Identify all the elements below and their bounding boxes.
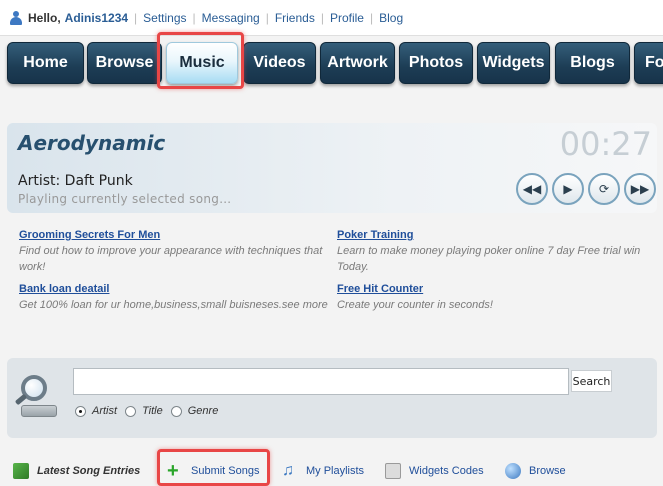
divider: | bbox=[265, 10, 269, 25]
ad-description: Find out how to improve your appearance … bbox=[19, 245, 323, 273]
rewind-icon: ◀◀ bbox=[522, 182, 542, 196]
globe-icon bbox=[505, 463, 521, 479]
player-status: Playling currently selected song… bbox=[18, 192, 232, 206]
ad-block: Bank loan deatail Get 100% loan for ur h… bbox=[19, 283, 329, 313]
ad-block: Poker Training Learn to make money playi… bbox=[337, 229, 647, 275]
music-note-icon: ♫ bbox=[282, 462, 294, 479]
divider: | bbox=[192, 10, 196, 25]
submit-songs-label: Submit Songs bbox=[191, 465, 260, 477]
tab-browse[interactable]: Browse bbox=[87, 42, 162, 84]
radio-label-title: Title bbox=[142, 405, 163, 417]
ad-block: Free Hit Counter Create your counter in … bbox=[337, 283, 647, 313]
widgets-codes-label: Widgets Codes bbox=[409, 465, 484, 477]
tab-widgets[interactable]: Widgets bbox=[477, 42, 550, 84]
repeat-button[interactable]: ⟳ bbox=[588, 173, 620, 205]
friends-link[interactable]: Friends bbox=[275, 11, 315, 25]
my-playlists-label: My Playlists bbox=[306, 465, 365, 477]
ad-title-link[interactable]: Grooming Secrets For Men bbox=[19, 229, 329, 241]
divider: | bbox=[369, 10, 374, 25]
download-icon bbox=[13, 463, 29, 479]
settings-link[interactable]: Settings bbox=[143, 11, 186, 25]
document-icon bbox=[385, 463, 401, 479]
search-icon bbox=[14, 375, 59, 419]
repeat-icon: ⟳ bbox=[598, 182, 610, 196]
artist-name: Daft Punk bbox=[64, 173, 133, 189]
submit-songs-button[interactable]: + Submit Songs bbox=[167, 460, 260, 482]
music-player: Aerodynamic 00:27 Artist: Daft Punk Play… bbox=[7, 123, 657, 213]
widgets-codes-link[interactable]: Widgets Codes bbox=[385, 463, 484, 479]
radio-artist[interactable] bbox=[75, 405, 86, 417]
search-button[interactable]: Search bbox=[571, 370, 612, 392]
plus-icon: + bbox=[167, 460, 179, 482]
tab-blogs[interactable]: Blogs bbox=[555, 42, 630, 84]
play-button[interactable]: ▶ bbox=[552, 173, 584, 205]
rewind-button[interactable]: ◀◀ bbox=[516, 173, 548, 205]
ad-description: Get 100% loan for ur home,business,small… bbox=[19, 299, 328, 311]
latest-entries-label: Latest Song Entries bbox=[37, 465, 141, 477]
profile-link[interactable]: Profile bbox=[330, 11, 364, 25]
bottom-toolbar: Latest Song Entries + Submit Songs ♫ My … bbox=[0, 455, 663, 486]
search-filter-group: Artist Title Genre bbox=[75, 405, 226, 417]
tab-forums[interactable]: Fo bbox=[634, 42, 663, 84]
artist-label: Artist: bbox=[18, 173, 61, 189]
ad-title-link[interactable]: Bank loan deatail bbox=[19, 283, 329, 295]
play-icon: ▶ bbox=[563, 182, 573, 196]
username-link[interactable]: Adinis1234 bbox=[65, 11, 128, 25]
tab-music[interactable]: Music bbox=[166, 42, 238, 84]
user-icon bbox=[10, 10, 22, 25]
search-input[interactable] bbox=[73, 368, 569, 395]
fast-forward-icon: ▶▶ bbox=[630, 182, 650, 196]
ad-block: Grooming Secrets For Men Find out how to… bbox=[19, 229, 329, 275]
my-playlists-link[interactable]: ♫ My Playlists bbox=[282, 463, 364, 479]
tab-artwork[interactable]: Artwork bbox=[320, 42, 395, 84]
search-panel: Search Artist Title Genre bbox=[7, 358, 657, 438]
radio-label-artist: Artist bbox=[92, 405, 118, 417]
song-title: Aerodynamic bbox=[18, 131, 166, 155]
radio-label-genre: Genre bbox=[187, 405, 219, 417]
user-bar: Hello, Adinis1234 | Settings | Messaging… bbox=[0, 0, 663, 36]
latest-entries-link[interactable]: Latest Song Entries bbox=[13, 463, 140, 479]
greeting: Hello, bbox=[28, 10, 61, 25]
messaging-link[interactable]: Messaging bbox=[202, 11, 260, 25]
ad-description: Create your counter in seconds! bbox=[337, 299, 493, 311]
browse-label: Browse bbox=[529, 465, 566, 477]
tab-photos[interactable]: Photos bbox=[399, 42, 473, 84]
ad-title-link[interactable]: Poker Training bbox=[337, 229, 647, 241]
play-time: 00:27 bbox=[559, 125, 652, 163]
divider: | bbox=[320, 10, 324, 25]
ad-title-link[interactable]: Free Hit Counter bbox=[337, 283, 647, 295]
ad-description: Learn to make money playing poker online… bbox=[337, 245, 641, 273]
browse-link[interactable]: Browse bbox=[505, 463, 566, 479]
radio-genre[interactable] bbox=[170, 405, 182, 417]
radio-title[interactable] bbox=[125, 405, 137, 417]
tab-home[interactable]: Home bbox=[7, 42, 84, 84]
fast-forward-button[interactable]: ▶▶ bbox=[624, 173, 656, 205]
blog-link[interactable]: Blog bbox=[379, 11, 403, 25]
main-nav: Home Browse Music Videos Artwork Photos … bbox=[0, 36, 663, 88]
artist-line: Artist: Daft Punk bbox=[18, 173, 133, 189]
divider: | bbox=[134, 10, 138, 25]
tab-videos[interactable]: Videos bbox=[243, 42, 316, 84]
